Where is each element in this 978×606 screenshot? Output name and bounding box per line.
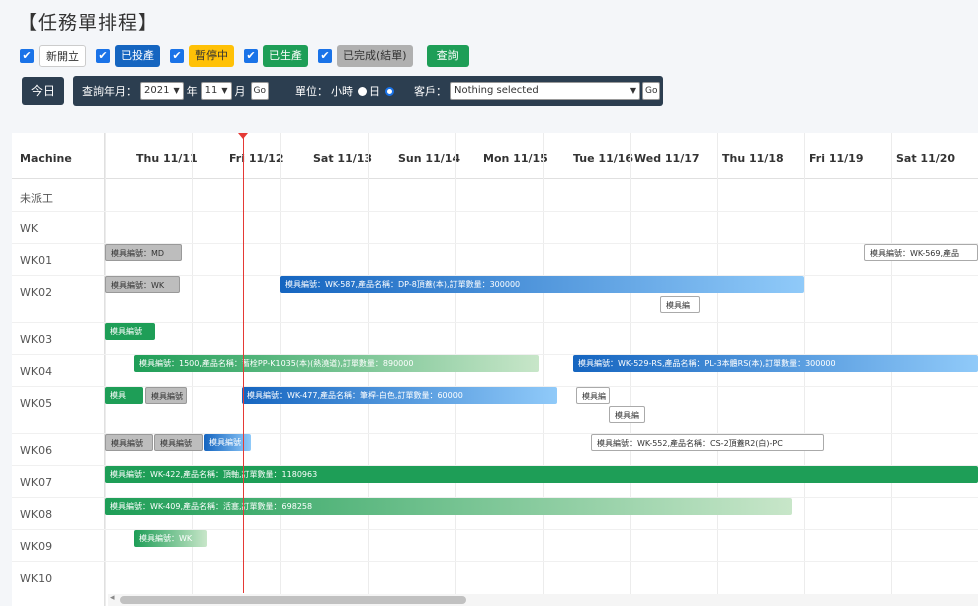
year-month-label: 查詢年月： bbox=[82, 85, 137, 98]
filter-produced[interactable]: ✔ 已生產 bbox=[244, 45, 308, 67]
customer-label: 客戶： bbox=[413, 85, 447, 98]
filter-new[interactable]: ✔ 新開立 bbox=[20, 45, 86, 67]
chevron-down-icon: ▼ bbox=[221, 86, 228, 95]
checkbox-invested[interactable]: ✔ bbox=[96, 49, 110, 63]
chevron-down-icon: ▼ bbox=[173, 86, 180, 95]
radio-hour[interactable] bbox=[357, 86, 367, 96]
month-suffix: 月 bbox=[234, 85, 246, 98]
filter-label-produced: 已生產 bbox=[263, 45, 308, 67]
day-label: Sat 11/13 bbox=[313, 152, 373, 165]
unit-day-label: 日 bbox=[368, 85, 380, 98]
day-label: Thu 11/11 bbox=[136, 152, 198, 165]
gantt-chart: Machine Thu 11/11 Fri 11/12 Sat 11/13 Su… bbox=[12, 133, 978, 606]
task-bar[interactable]: 模具編 bbox=[660, 296, 700, 313]
filter-label-paused: 暫停中 bbox=[189, 45, 234, 67]
row-label: WK02 bbox=[20, 286, 53, 299]
filter-label-invested: 已投產 bbox=[115, 45, 160, 67]
page-title: 【任務單排程】 bbox=[18, 12, 159, 34]
row-label: WK09 bbox=[20, 540, 53, 553]
filter-invested[interactable]: ✔ 已投產 bbox=[96, 45, 160, 67]
task-bar[interactable]: 模具編號：WK bbox=[134, 530, 207, 547]
row-label: WK bbox=[20, 222, 39, 235]
row-label: WK04 bbox=[20, 365, 53, 378]
task-bar[interactable]: 模具編 bbox=[576, 387, 610, 404]
unit-hour-label: 小時 bbox=[330, 85, 353, 98]
checkbox-new[interactable]: ✔ bbox=[20, 49, 34, 63]
day-label: Sat 11/20 bbox=[896, 152, 956, 165]
task-bar[interactable]: 模具編號：WK-422,產品名稱：頂軸,訂單數量：1180963 bbox=[105, 466, 978, 483]
day-label: Sun 11/14 bbox=[398, 152, 461, 165]
task-bar[interactable]: 模具編號 bbox=[145, 387, 187, 404]
row-label: WK07 bbox=[20, 476, 53, 489]
day-label: Thu 11/18 bbox=[722, 152, 784, 165]
customer-select[interactable]: Nothing selected ▼ bbox=[449, 82, 640, 100]
task-bar[interactable]: 模具編號：WK-529-RS,產品名稱：PL-3本體RS(本),訂單數量：300… bbox=[573, 355, 978, 372]
chevron-down-icon: ▼ bbox=[629, 86, 636, 95]
row-label: WK01 bbox=[20, 254, 53, 267]
month-value: 11 bbox=[204, 85, 218, 96]
row-label: 未派工 bbox=[20, 192, 53, 205]
day-label: Tue 11/16 bbox=[573, 152, 634, 165]
machine-column-header: Machine bbox=[20, 152, 72, 165]
day-label: Mon 11/15 bbox=[483, 152, 548, 165]
row-divider bbox=[12, 211, 978, 212]
checkbox-paused[interactable]: ✔ bbox=[170, 49, 184, 63]
row-label: WK08 bbox=[20, 508, 53, 521]
day-label: Wed 11/17 bbox=[634, 152, 700, 165]
row-label: WK10 bbox=[20, 572, 53, 585]
task-bar[interactable]: 模具編號：MD bbox=[105, 244, 182, 261]
row-label: WK06 bbox=[20, 444, 53, 457]
task-bar[interactable]: 模具編號：WK-409,產品名稱：活塞,訂單數量：698258 bbox=[105, 498, 792, 515]
year-suffix: 年 bbox=[186, 85, 198, 98]
task-bar[interactable]: 模具編號：WK bbox=[105, 276, 180, 293]
checkbox-completed[interactable]: ✔ bbox=[318, 49, 332, 63]
status-filters: ✔ 新開立 ✔ 已投產 ✔ 暫停中 ✔ 已生產 ✔ 已完成(結單) 查詢 bbox=[20, 44, 469, 68]
task-bar[interactable]: 模具編號：WK-587,產品名稱：DP-8頂蓋(本),訂單數量：300000 bbox=[280, 276, 804, 293]
task-bar[interactable]: 模具編 bbox=[609, 406, 645, 423]
checkbox-produced[interactable]: ✔ bbox=[244, 49, 258, 63]
filter-label-new: 新開立 bbox=[39, 45, 86, 67]
filter-paused[interactable]: ✔ 暫停中 bbox=[170, 45, 234, 67]
task-bar[interactable]: 模具編號：1500,產品名稱：蓄栓PP-K1035(本)(熱澆道),訂單數量：8… bbox=[134, 355, 539, 372]
radio-day[interactable] bbox=[384, 86, 394, 96]
unit-label: 單位： bbox=[294, 85, 328, 98]
task-bar[interactable]: 模具編號 bbox=[105, 323, 155, 340]
task-bar[interactable]: 模具編號：WK-477,產品名稱：筆桿-白色,訂單數量：60000 bbox=[242, 387, 557, 404]
row-label: WK03 bbox=[20, 333, 53, 346]
task-bar[interactable]: 模具編號 bbox=[154, 434, 203, 451]
day-label: Fri 11/19 bbox=[809, 152, 864, 165]
day-label: Fri 11/12 bbox=[229, 152, 284, 165]
row-divider bbox=[12, 561, 978, 562]
horizontal-scrollbar[interactable]: ◂ bbox=[108, 593, 978, 606]
row-divider bbox=[12, 322, 978, 323]
go-button-date[interactable]: Go bbox=[250, 82, 269, 100]
row-label: WK05 bbox=[20, 397, 53, 410]
today-button[interactable]: 今日 bbox=[22, 77, 64, 105]
customer-value: Nothing selected bbox=[453, 85, 539, 96]
task-bar[interactable]: 模具編號：WK-569,產品 bbox=[864, 244, 978, 261]
task-bar[interactable]: 模具編號 bbox=[105, 434, 153, 451]
year-select[interactable]: 2021 ▼ bbox=[140, 82, 184, 100]
task-bar[interactable]: 模具編號：WK-552,產品名稱：CS-2頂蓋R2(白)-PC bbox=[591, 434, 824, 451]
year-value: 2021 bbox=[144, 85, 170, 96]
query-toolbar: 查詢年月： 2021 ▼ 年 11 ▼ 月 Go 單位： 小時 日 客戶： Noth… bbox=[73, 76, 663, 106]
page: 【任務單排程】 ✔ 新開立 ✔ 已投產 ✔ 暫停中 ✔ 已生產 ✔ 已完成(結單… bbox=[0, 0, 978, 606]
task-bar[interactable]: 模具 bbox=[105, 387, 143, 404]
query-button[interactable]: 查詢 bbox=[426, 45, 469, 67]
filter-label-completed: 已完成(結單) bbox=[337, 45, 413, 67]
filter-completed[interactable]: ✔ 已完成(結單) bbox=[318, 45, 413, 67]
go-button-customer[interactable]: Go bbox=[641, 82, 661, 100]
today-line bbox=[243, 137, 244, 593]
scroll-left-icon[interactable]: ◂ bbox=[110, 593, 115, 603]
scrollbar-thumb[interactable] bbox=[120, 596, 466, 604]
month-select[interactable]: 11 ▼ bbox=[200, 82, 232, 100]
